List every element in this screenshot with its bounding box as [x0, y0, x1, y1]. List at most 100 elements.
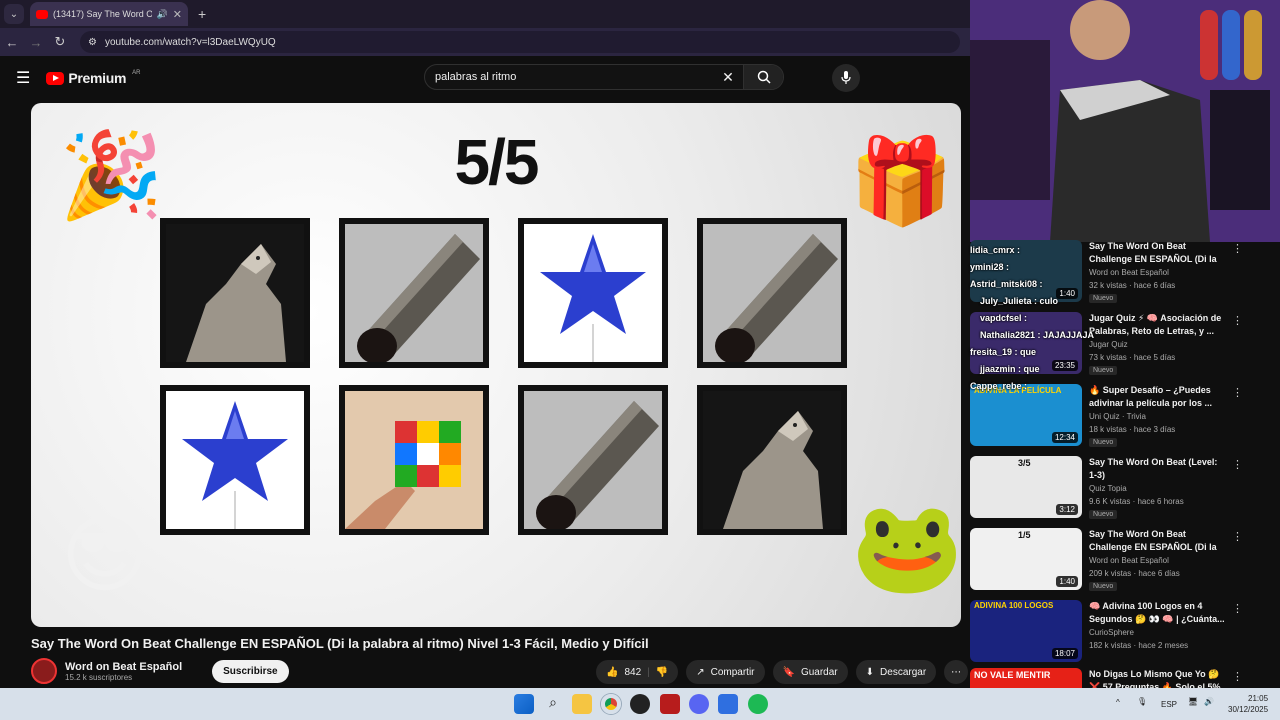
clear-search-icon[interactable]: ✕	[713, 69, 743, 86]
new-tab-button[interactable]: +	[198, 6, 206, 22]
channel-avatar[interactable]	[31, 658, 57, 684]
video-title[interactable]: 🔥 Super Desafío – ¿Puedes adivinar la pe…	[1089, 384, 1225, 410]
recommended-video[interactable]: ADIVINA 100 LOGOS 18:07 🧠 Adivina 100 Lo…	[968, 600, 1268, 664]
channel-name[interactable]: Word on Beat Español	[1089, 268, 1169, 277]
tab-title: (13417) Say The Word On B	[53, 9, 152, 19]
video-title[interactable]: Say The Word On Beat Challenge EN ESPAÑO…	[1089, 240, 1225, 266]
browser-tab[interactable]: (13417) Say The Word On B 🔊 ✕	[30, 2, 188, 26]
dislike-icon[interactable]: 👎	[656, 667, 668, 678]
app-icon[interactable]	[660, 694, 680, 714]
recommended-video[interactable]: NO VALE MENTIR No Digas Lo Mismo Que Yo …	[968, 668, 1268, 688]
channel-row: Word on Beat Español 15.2 k suscriptores…	[31, 658, 289, 684]
video-title[interactable]: No Digas Lo Mismo Que Yo 🤔 ❌ 57 Pregunta…	[1089, 668, 1225, 688]
channel-name[interactable]: Word on Beat Español	[65, 661, 182, 673]
voice-search-button[interactable]	[832, 64, 860, 92]
youtube-header: ☰ Premium AR palabras al ritmo ✕	[0, 56, 970, 100]
video-stats: 9.6 K vistas · hace 6 horas	[1089, 497, 1184, 506]
save-button[interactable]: 🔖 Guardar	[772, 660, 848, 684]
video-thumbnail[interactable]: ADIVINA 100 LOGOS 18:07	[970, 600, 1082, 662]
rubiks-cube-image	[345, 391, 483, 529]
search-input[interactable]: palabras al ritmo	[435, 71, 713, 83]
webcam-overlay	[970, 0, 1280, 242]
reload-button[interactable]: ↻	[48, 34, 72, 50]
discord-icon[interactable]	[689, 694, 709, 714]
search-icon[interactable]: ⌕	[543, 694, 563, 714]
chat-message: fresita_19 : que	[970, 347, 1037, 357]
pipe-card	[339, 218, 489, 368]
chat-message: ymini28 :	[970, 262, 1010, 272]
chrome-icon[interactable]	[601, 694, 621, 714]
video-duration: 1:40	[1056, 288, 1078, 299]
network-icon[interactable]: 🖥	[1188, 697, 1198, 706]
share-button[interactable]: ↗ Compartir	[686, 660, 765, 684]
recommended-video[interactable]: 1/5 1:40 Say The Word On Beat Challenge …	[968, 528, 1268, 592]
back-button[interactable]: ←	[0, 35, 24, 50]
like-count[interactable]: 842	[624, 667, 641, 678]
more-icon[interactable]: ⋮	[1232, 670, 1243, 683]
channel-name[interactable]: Uni Quiz · Trivia	[1089, 412, 1146, 421]
more-icon[interactable]: ⋮	[1232, 530, 1243, 543]
volume-icon[interactable]: 🔊	[1204, 697, 1214, 706]
clock-date[interactable]: 30/12/2025	[1228, 705, 1268, 714]
menu-icon[interactable]: ☰	[16, 68, 30, 88]
bookmark-icon: 🔖	[782, 666, 795, 678]
like-icon[interactable]: 👍	[606, 667, 618, 678]
url-field[interactable]: ⚙ youtube.com/watch?v=l3DaeLWQyUQ	[80, 31, 960, 53]
more-icon[interactable]: ⋮	[1232, 458, 1243, 471]
channel-name[interactable]: Word on Beat Español	[1089, 556, 1169, 565]
download-button[interactable]: ⬇ Descargar	[855, 660, 937, 684]
star-balloon-image	[524, 224, 662, 362]
channel-name[interactable]: CurioSphere	[1089, 628, 1134, 637]
subscribe-button[interactable]: Suscribirse	[212, 659, 289, 683]
site-info-icon[interactable]: ⚙	[88, 37, 97, 48]
bluesky-icon[interactable]	[718, 694, 738, 714]
new-badge: Nuevo	[1089, 510, 1118, 519]
recommended-video[interactable]: ADIVINA LA PELÍCULA 12:34 🔥 Super Desafí…	[968, 384, 1268, 448]
show-hidden-icons[interactable]: ^	[1116, 698, 1120, 707]
video-thumbnail[interactable]: 1/5 1:40	[970, 528, 1082, 590]
language-indicator[interactable]: ESP	[1161, 700, 1177, 709]
microphone-icon[interactable]: 🎙	[1137, 697, 1147, 706]
channel-name[interactable]: Quiz Topia	[1089, 484, 1127, 493]
video-thumbnail[interactable]: NO VALE MENTIR	[970, 668, 1082, 688]
video-title[interactable]: 🧠 Adivina 100 Logos en 4 Segundos 🤔 👀 🧠 …	[1089, 600, 1225, 626]
youtube-favicon-icon	[36, 9, 48, 19]
microphone-icon	[841, 71, 851, 84]
video-thumbnail[interactable]: 3/5 3:12	[970, 456, 1082, 518]
taskbar: ⌕ ^ 🎙 ESP 🖥 🔊 21:05 30/12/2025	[0, 688, 1280, 720]
video-thumbnail[interactable]: ADIVINA LA PELÍCULA 12:34	[970, 384, 1082, 446]
video-title[interactable]: Jugar Quiz ⚡ 🧠 Asociación de Palabras, R…	[1089, 312, 1225, 338]
video-title[interactable]: Say The Word On Beat (Level: 1-3)	[1089, 456, 1225, 482]
share-label: Compartir	[710, 666, 755, 678]
file-explorer-icon[interactable]	[572, 694, 592, 714]
more-icon[interactable]: ⋮	[1232, 602, 1243, 615]
like-dislike-group: 👍 842 | 👎	[596, 660, 679, 684]
channel-name[interactable]: Jugar Quiz	[1089, 340, 1128, 349]
party-popper-icon: 🎉	[59, 128, 164, 222]
spotify-icon[interactable]	[748, 694, 768, 714]
obs-icon[interactable]	[630, 694, 650, 714]
clock-time[interactable]: 21:05	[1248, 694, 1268, 703]
recommended-video[interactable]: 3/5 3:12 Say The Word On Beat (Level: 1-…	[968, 456, 1268, 520]
search-box[interactable]: palabras al ritmo ✕	[424, 64, 784, 90]
forward-button[interactable]: →	[24, 35, 48, 50]
tab-list-button[interactable]: ⌄	[4, 4, 24, 24]
more-icon[interactable]: ⋮	[1232, 314, 1243, 327]
more-icon[interactable]: ⋮	[1232, 386, 1243, 399]
chat-message: Nathalia2821 : JAJAJJAJA	[980, 330, 1095, 340]
search-button[interactable]	[743, 65, 783, 89]
video-player[interactable]: 5/5 🎉 🎁 😎 🐸	[31, 103, 961, 627]
speaker-icon[interactable]: 🔊	[157, 9, 168, 20]
video-title[interactable]: Say The Word On Beat Challenge EN ESPAÑO…	[1089, 528, 1225, 554]
chat-message: Astrid_mitski08 :	[970, 279, 1043, 289]
frog-singer-icon: 🐸	[851, 498, 961, 598]
thumbnail-text: 3/5	[1018, 458, 1031, 468]
close-tab-icon[interactable]: ✕	[173, 8, 182, 21]
more-icon[interactable]: ⋮	[1232, 242, 1243, 255]
more-actions-button[interactable]: ⋯	[944, 660, 969, 684]
new-badge: Nuevo	[1089, 438, 1118, 447]
windows-start-icon[interactable]	[514, 694, 534, 714]
gift-icon: 🎁	[849, 134, 954, 228]
youtube-logo[interactable]: Premium AR	[46, 70, 141, 86]
download-label: Descargar	[880, 666, 927, 678]
